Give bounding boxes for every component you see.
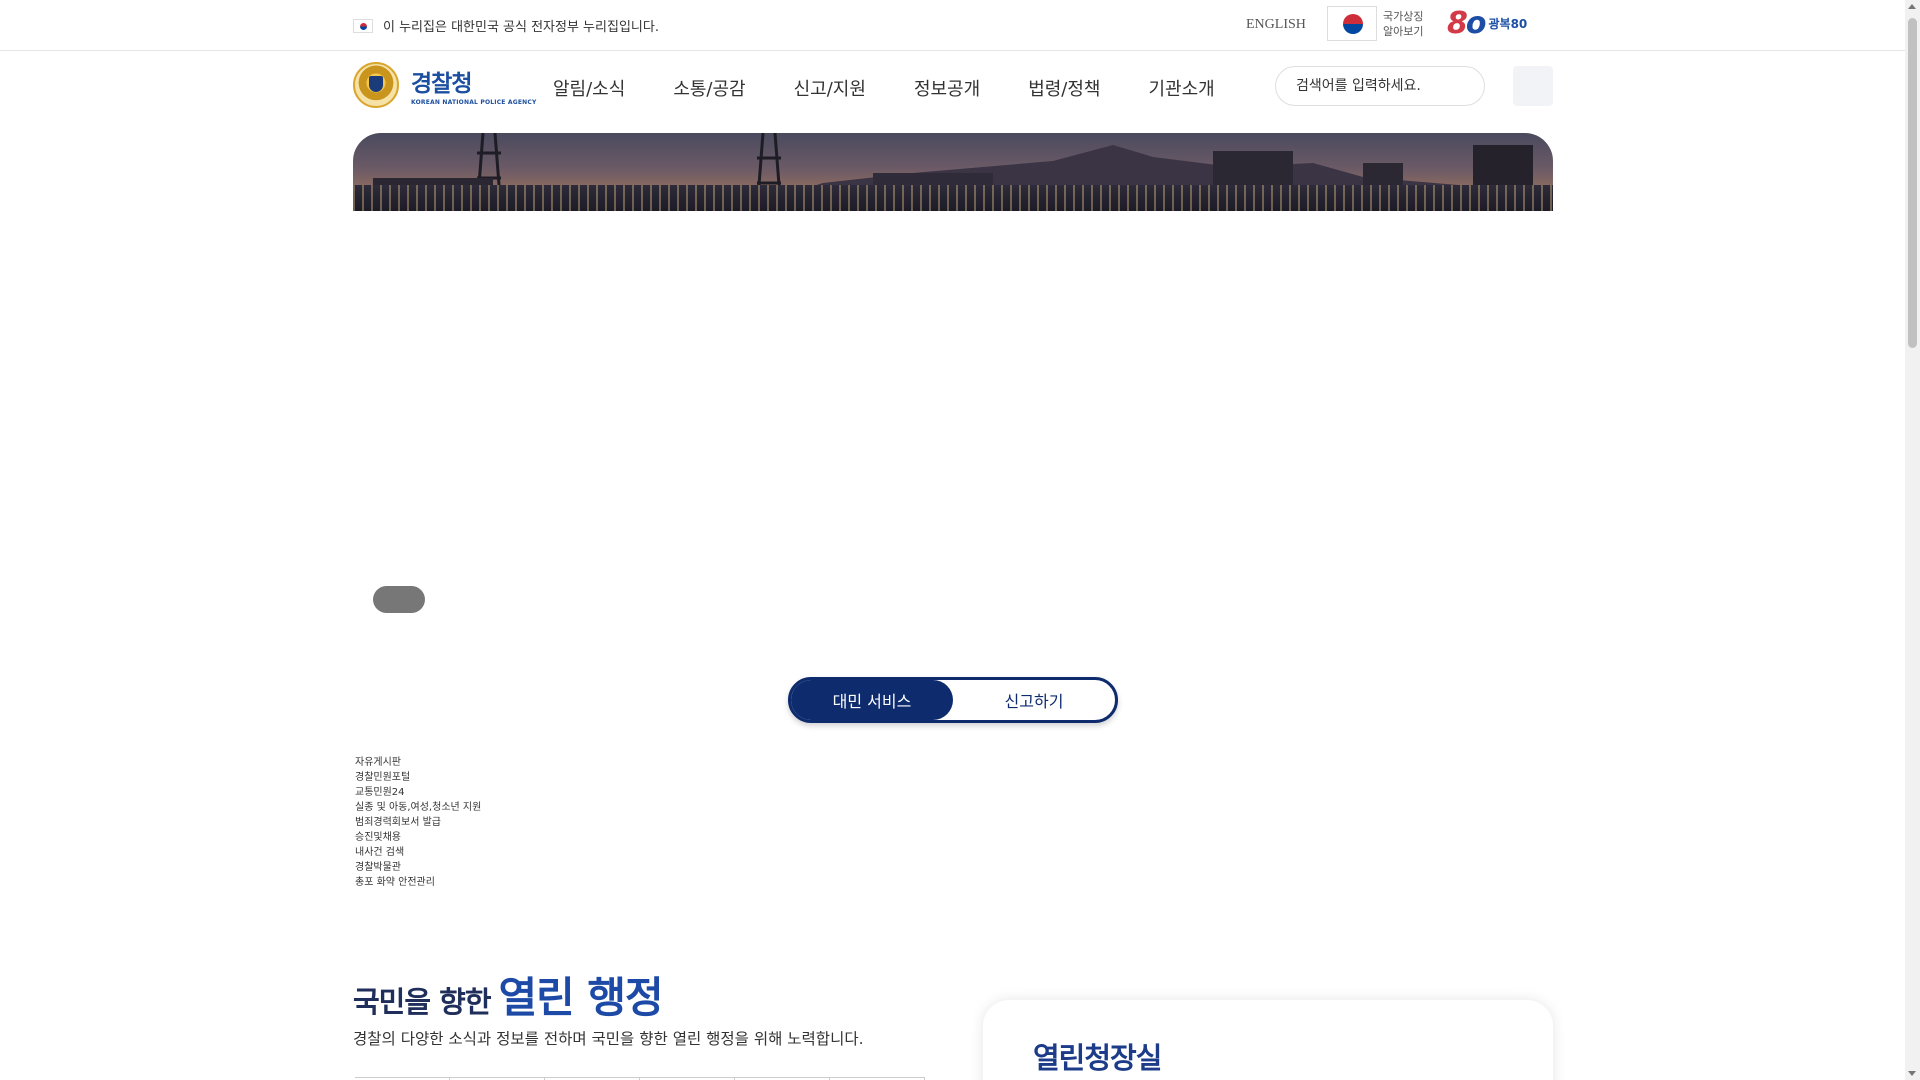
search-input[interactable] <box>1296 67 1476 105</box>
search-button[interactable] <box>1513 66 1553 106</box>
civil-service-tab[interactable]: 대민 서비스 <box>791 680 953 720</box>
city-lights <box>353 185 1553 211</box>
open-admin-title-highlight: 열린 행정 <box>498 973 664 1022</box>
site-header: 경찰청 KOREAN NATIONAL POLICE AGENCY 알림/소식 … <box>0 51 1905 133</box>
national-symbol-link[interactable]: 국가상징 알아보기 <box>1383 9 1423 39</box>
service-link-list: 자유게시판 경찰민원포털 교통민원24 실종 및 아동,여성,청소년 지원 범죄… <box>355 755 481 890</box>
police-logo[interactable]: 경찰청 KOREAN NATIONAL POLICE AGENCY <box>353 62 537 108</box>
service-link-my-case[interactable]: 내사건 검색 <box>355 845 481 860</box>
logo-english: KOREAN NATIONAL POLICE AGENCY <box>411 99 537 106</box>
service-link-missing-support[interactable]: 실종 및 아동,여성,청소년 지원 <box>355 800 481 815</box>
open-admin-description: 경찰의 다양한 소식과 정보를 전하며 국민을 향한 열린 행정을 위해 노력합… <box>353 1030 864 1048</box>
nav-item-communication[interactable]: 소통/공감 <box>673 75 745 101</box>
report-tab[interactable]: 신고하기 <box>953 680 1115 720</box>
chief-room-title: 열린청장실 <box>1033 1041 1162 1075</box>
nav-item-about[interactable]: 기관소개 <box>1149 75 1215 101</box>
open-admin-title-prefix: 국민을 향한 <box>353 985 491 1019</box>
korea-flag-icon <box>353 18 373 33</box>
english-link[interactable]: ENGLISH <box>1246 17 1306 33</box>
scroll-up-icon[interactable] <box>1908 4 1916 9</box>
chief-room-card: 열린청장실 <box>983 1000 1553 1080</box>
logo-text: 경찰청 KOREAN NATIONAL POLICE AGENCY <box>411 64 537 106</box>
page-scrollbar[interactable] <box>1905 0 1920 1080</box>
slider-pagination-button[interactable] <box>373 586 425 613</box>
nav-item-report[interactable]: 신고/지원 <box>794 75 866 101</box>
national-symbol-line2: 알아보기 <box>1383 25 1424 38</box>
logo-korean: 경찰청 <box>411 71 472 97</box>
service-link-civil-portal[interactable]: 경찰민원포털 <box>355 770 481 785</box>
scroll-down-icon[interactable] <box>1908 1071 1916 1076</box>
nav-item-disclosure[interactable]: 정보공개 <box>914 75 980 101</box>
service-link-firearms[interactable]: 총포 화약 안전관리 <box>355 875 481 890</box>
gov-topbar: 이 누리집은 대한민국 공식 전자정부 누리집입니다. ENGLISH 국가상징… <box>0 0 1905 51</box>
gwangbok-80-mark: 8o <box>1447 6 1486 41</box>
service-link-museum[interactable]: 경찰박물관 <box>355 860 481 875</box>
hero-visual <box>353 133 1553 211</box>
search-box <box>1275 66 1485 106</box>
service-toggle: 대민 서비스 신고하기 <box>788 677 1118 723</box>
service-link-promotion[interactable]: 승진및채용 <box>355 830 481 845</box>
gov-notice: 이 누리집은 대한민국 공식 전자정부 누리집입니다. <box>353 16 659 35</box>
nav-item-law-policy[interactable]: 법령/정책 <box>1028 75 1100 101</box>
national-flag-icon[interactable] <box>1327 6 1377 41</box>
national-symbol-line1: 국가상징 <box>1383 10 1424 23</box>
scrollbar-thumb[interactable] <box>1908 18 1917 348</box>
nav-item-news[interactable]: 알림/소식 <box>553 75 625 101</box>
open-admin-title: 국민을 향한 열린 행정 <box>353 973 664 1022</box>
gwangbok-80-label: 광복80 <box>1488 17 1528 31</box>
service-link-traffic[interactable]: 교통민원24 <box>355 785 481 800</box>
gwangbok-80-logo[interactable]: 8o 광복80 <box>1447 6 1527 41</box>
service-link-criminal-record[interactable]: 범죄경력회보서 발급 <box>355 815 481 830</box>
main-nav: 알림/소식 소통/공감 신고/지원 정보공개 법령/정책 기관소개 <box>553 75 1263 101</box>
police-emblem-icon <box>353 62 399 108</box>
service-link-free-board[interactable]: 자유게시판 <box>355 755 481 770</box>
gov-notice-text: 이 누리집은 대한민국 공식 전자정부 누리집입니다. <box>383 20 659 35</box>
